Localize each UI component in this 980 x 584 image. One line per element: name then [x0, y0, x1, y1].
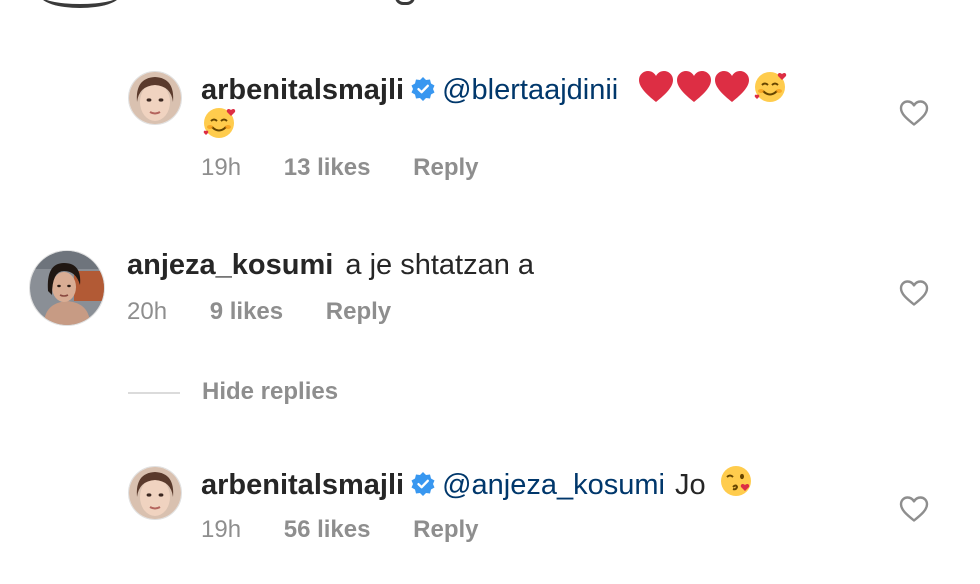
red-heart-emoji-icon: [676, 70, 712, 114]
like-heart-icon[interactable]: [899, 279, 929, 307]
avatar[interactable]: [128, 71, 182, 125]
avatar[interactable]: [29, 250, 105, 326]
like-heart-icon[interactable]: [899, 495, 929, 523]
comment-username[interactable]: arbenitalsmajli: [201, 469, 404, 501]
comment-meta: 20h 9 likes Reply: [127, 298, 391, 326]
red-heart-emoji-icon: [638, 70, 674, 114]
comment-text-line: arbenitalsmajli @anjeza_kosumi Jo: [201, 463, 754, 509]
comment-body: a je shtatzan a: [345, 249, 535, 281]
comment-body: Jo: [675, 469, 706, 501]
hide-replies-label[interactable]: Hide replies: [202, 378, 338, 405]
comment-likes[interactable]: 56 likes: [284, 516, 371, 544]
like-heart-icon[interactable]: [899, 99, 929, 127]
comment-time: 19h: [201, 154, 242, 181]
face-blowing-kiss-emoji-icon: [718, 463, 754, 509]
comment-time: 19h: [201, 516, 242, 543]
comment-text-line: arbenitalsmajli @blertaajdinii: [201, 68, 788, 114]
comment-username[interactable]: arbenitalsmajli: [201, 74, 404, 106]
smiling-face-with-hearts-emoji-icon: [201, 104, 237, 150]
comment-text-line-wrap: [201, 104, 237, 150]
avatar-image: [30, 251, 104, 325]
avatar[interactable]: [128, 466, 182, 520]
comment-text-line: anjeza_kosumi a je shtatzan a: [127, 246, 534, 284]
comment-username[interactable]: anjeza_kosumi: [127, 249, 333, 281]
avatar-image: [129, 467, 181, 519]
comment-time: 20h: [127, 298, 168, 325]
comment-meta: 19h 13 likes Reply: [201, 154, 479, 182]
reply-button[interactable]: Reply: [413, 516, 478, 544]
comment-likes[interactable]: 13 likes: [284, 154, 371, 182]
hide-replies-toggle[interactable]: Hide replies: [128, 378, 338, 406]
reply-button[interactable]: Reply: [413, 154, 478, 182]
comment-likes[interactable]: 9 likes: [210, 298, 283, 326]
red-heart-emoji-icon: [714, 70, 750, 114]
previous-content-fragment: [395, 0, 415, 5]
mention-link[interactable]: @blertaajdinii: [442, 74, 618, 106]
hide-replies-divider: [128, 391, 180, 394]
verified-badge-icon: [410, 469, 436, 507]
reply-button[interactable]: Reply: [326, 298, 391, 326]
verified-badge-icon: [410, 74, 436, 112]
previous-content-fragment: [40, 0, 120, 8]
smiling-face-with-hearts-emoji-icon: [752, 68, 788, 114]
comment-meta: 19h 56 likes Reply: [201, 516, 479, 544]
mention-link[interactable]: @anjeza_kosumi: [442, 469, 665, 501]
avatar-image: [129, 72, 181, 124]
